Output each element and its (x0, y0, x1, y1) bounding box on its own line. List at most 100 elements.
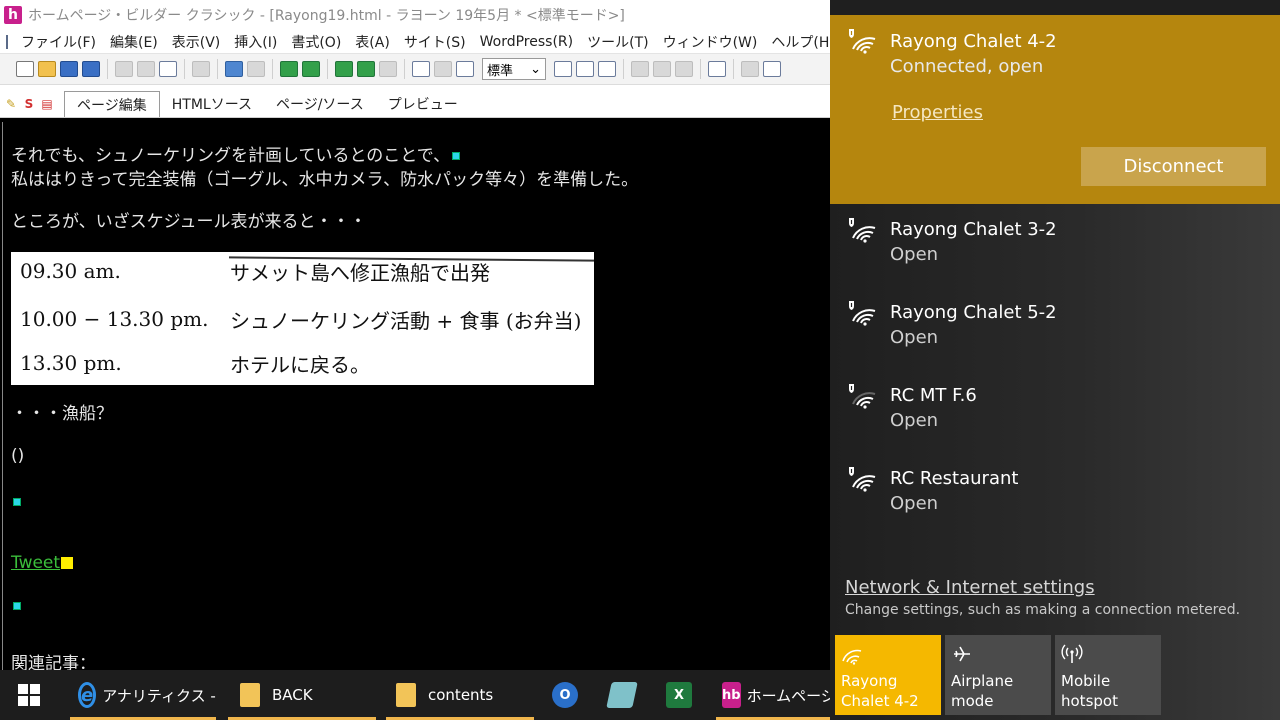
tab-preview[interactable]: プレビュー (376, 91, 470, 117)
disconnect-button[interactable]: Disconnect (1081, 147, 1266, 186)
schedule-time: 09.30 am. (20, 259, 121, 283)
text-line: それでも、シュノーケリングを計画しているとのことで、 (11, 144, 461, 168)
break-marker (11, 490, 21, 514)
ie-icon: e (78, 682, 97, 708)
properties-link[interactable]: Properties (892, 102, 983, 123)
anchor-icon[interactable] (302, 61, 320, 77)
undo-icon[interactable] (225, 61, 243, 77)
app-icon: h (4, 6, 22, 24)
toolbar-separator (700, 59, 701, 79)
paragraph-style-select[interactable]: 標準 ⌄ (482, 58, 546, 80)
image-edit-icon[interactable] (357, 61, 375, 77)
network-item[interactable]: RC MT F.6 Open (830, 370, 1280, 453)
image-insert-icon[interactable] (335, 61, 353, 77)
tweet-link[interactable]: Tweet (11, 553, 60, 573)
editing-area[interactable]: それでも、シュノーケリングを計画しているとのことで、 私ははりきって完全装備（ゴ… (2, 122, 830, 670)
tweet-line: Tweet (11, 551, 74, 575)
quick-action-airplane[interactable]: Airplane mode (945, 635, 1051, 715)
quick-action-label: Mobile hotspot (1061, 672, 1118, 710)
break-marker-icon (13, 498, 21, 506)
copy-icon[interactable] (137, 61, 155, 77)
text-line-2: 私ははりきって完全装備（ゴーグル、水中カメラ、防水パック等々）を準備した。 (11, 170, 639, 190)
outdent-icon[interactable] (741, 61, 759, 77)
break-marker-icon (13, 602, 21, 610)
taskbar-item-analytics[interactable]: e アナリティクス - ... (70, 670, 216, 720)
taskbar-item-back[interactable]: BACK (228, 670, 376, 720)
wifi-icon (841, 643, 863, 665)
windows-logo-icon (30, 684, 40, 694)
table-icon[interactable] (412, 61, 430, 77)
title-bar[interactable]: h ホームページ・ビルダー クラシック - [Rayong19.html - ラ… (0, 0, 830, 30)
new-document-icon[interactable] (16, 61, 34, 77)
schedule-row: 13.30 pm. ホテルに戻る。 (20, 348, 370, 378)
page-icon[interactable]: ▤ (40, 97, 54, 111)
network-item[interactable]: RC Restaurant Open (830, 453, 1280, 536)
cut-icon[interactable] (115, 61, 133, 77)
connected-network-name: Rayong Chalet 4-2 (890, 31, 1057, 52)
toolbar-separator (733, 59, 734, 79)
network-settings-description: Change settings, such as making a connec… (845, 602, 1241, 618)
schedule-image[interactable]: 09.30 am. サメット島へ修正漁船で出発 10.00 − 13.30 pm… (11, 252, 595, 385)
wifi-secure-icon (845, 27, 877, 55)
toolbar-separator (184, 59, 185, 79)
menu-view[interactable]: 表示(V) (165, 32, 228, 52)
form-icon[interactable] (434, 61, 452, 77)
document-icon[interactable] (6, 34, 8, 49)
s-icon[interactable]: S (22, 97, 36, 111)
paste-icon[interactable] (159, 61, 177, 77)
text-line-5: () (11, 446, 25, 466)
tab-page-source[interactable]: ページ/ソース (264, 91, 376, 117)
network-name: Rayong Chalet 3-2 (890, 219, 1057, 240)
menu-window[interactable]: ウィンドウ(W) (656, 32, 765, 52)
save-all-icon[interactable] (82, 61, 100, 77)
align-center-icon[interactable] (576, 61, 594, 77)
quick-action-hotspot[interactable]: Mobile hotspot (1055, 635, 1161, 715)
network-settings-link[interactable]: Network & Internet settings (845, 577, 1095, 598)
taskbar-item-excel[interactable]: X (666, 670, 696, 720)
taskbar-label: contents (428, 686, 494, 704)
pencil-icon[interactable]: ✎ (4, 97, 18, 111)
menu-site[interactable]: サイト(S) (397, 32, 473, 52)
network-name: RC MT F.6 (890, 385, 977, 406)
taskbar-item-contents[interactable]: contents (386, 670, 534, 720)
save-icon[interactable] (60, 61, 78, 77)
quick-action-wifi[interactable]: Rayong Chalet 4-2 (835, 635, 941, 715)
notepad-icon (606, 682, 638, 708)
network-item[interactable]: Rayong Chalet 3-2 Open (830, 204, 1280, 287)
menu-table[interactable]: 表(A) (348, 32, 397, 52)
menu-edit[interactable]: 編集(E) (103, 32, 165, 52)
windows-logo-icon (18, 684, 28, 694)
menu-format[interactable]: 書式(O) (284, 32, 348, 52)
menu-file[interactable]: ファイル(F) (14, 32, 103, 52)
tab-page-edit[interactable]: ページ編集 (64, 91, 160, 117)
taskbar-item-notepad[interactable] (606, 670, 639, 720)
taskbar-item-homepage-builder[interactable]: hb ホームページ (716, 670, 830, 720)
connected-network[interactable]: Rayong Chalet 4-2 Connected, open Proper… (830, 15, 1280, 204)
menu-wordpress[interactable]: WordPress(R) (473, 34, 580, 50)
network-status: Open (890, 244, 939, 265)
layout-icon[interactable] (456, 61, 474, 77)
heading-icon[interactable] (631, 61, 649, 77)
indent-icon[interactable] (763, 61, 781, 77)
text-line-6: 関連記事： (11, 654, 96, 670)
taskbar-label: ホームページ (746, 686, 830, 705)
start-button[interactable] (18, 684, 40, 706)
horizontal-rule-icon[interactable] (653, 61, 671, 77)
folder-icon (240, 683, 260, 707)
shape-icon[interactable] (379, 61, 397, 77)
align-left-icon[interactable] (554, 61, 572, 77)
taskbar: e アナリティクス - ... BACK contents O X hb ホーム… (0, 670, 830, 720)
list-icon[interactable] (708, 61, 726, 77)
eraser-icon[interactable] (192, 61, 210, 77)
align-right-icon[interactable] (598, 61, 616, 77)
network-item[interactable]: Rayong Chalet 5-2 Open (830, 287, 1280, 370)
open-folder-icon[interactable] (38, 61, 56, 77)
line-break-icon[interactable] (675, 61, 693, 77)
menu-insert[interactable]: 挿入(I) (227, 32, 284, 52)
tab-html-source[interactable]: HTMLソース (160, 91, 264, 117)
redo-icon[interactable] (247, 61, 265, 77)
menu-tools[interactable]: ツール(T) (580, 32, 655, 52)
link-icon[interactable] (280, 61, 298, 77)
network-name: Rayong Chalet 5-2 (890, 302, 1057, 323)
taskbar-item-outlook[interactable]: O (552, 670, 582, 720)
